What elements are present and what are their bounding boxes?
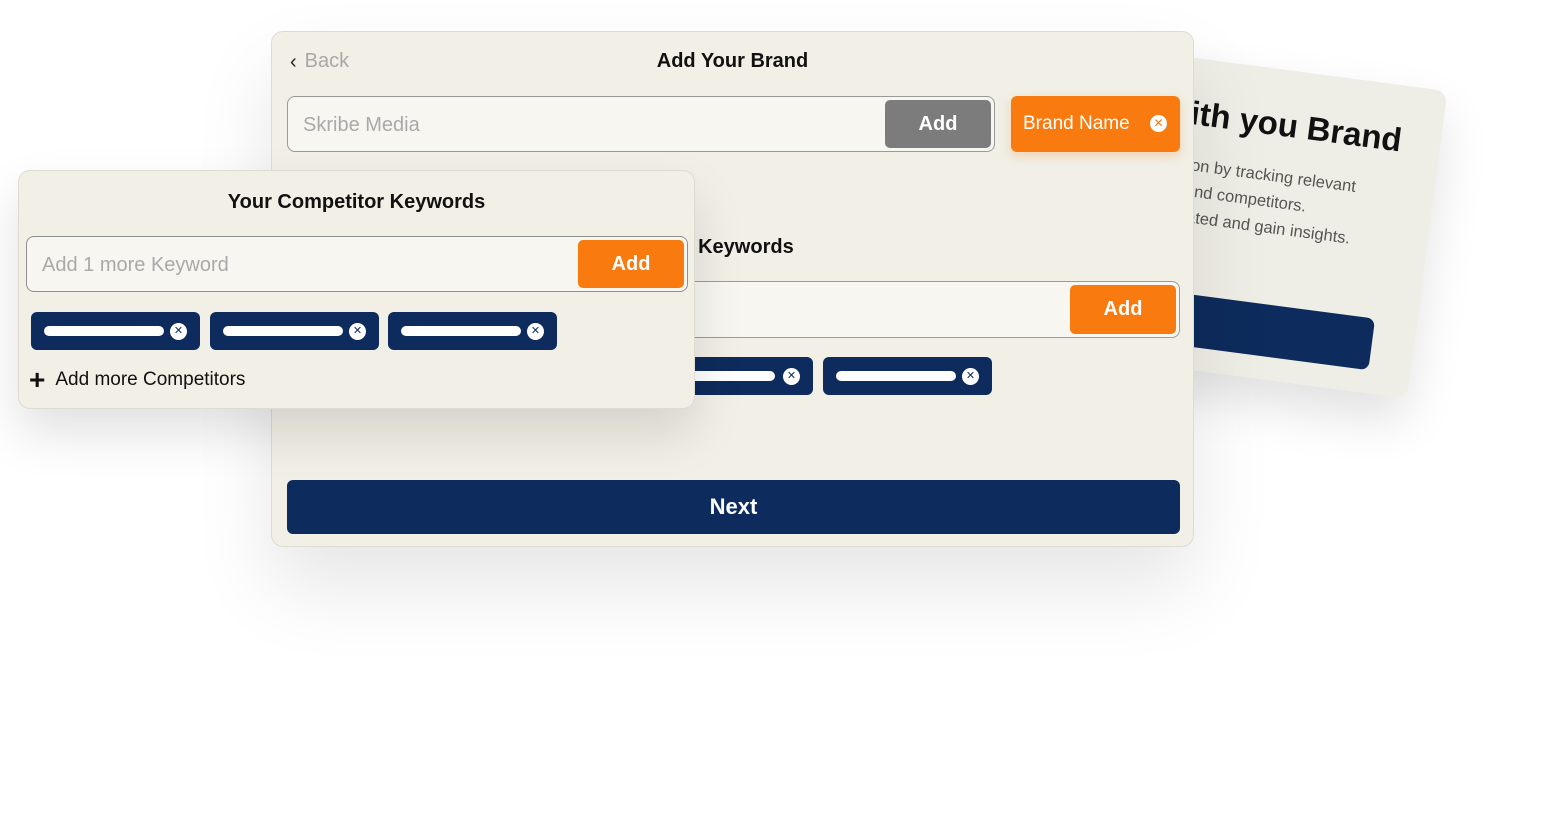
competitor-card-title: Your Competitor Keywords bbox=[227, 191, 486, 213]
competitor-keywords-card: Your Competitor Keywords Add ✕ ✕ ✕ + Add… bbox=[18, 170, 695, 409]
add-competitor-keyword-button[interactable]: Add bbox=[578, 240, 684, 288]
onboarding-description: etition by tracking relevant nd and comp… bbox=[1157, 153, 1357, 248]
tag-placeholder-bar bbox=[44, 326, 164, 336]
competitor-keyword-tag: ✕ bbox=[210, 312, 379, 350]
page-title: Add Your Brand bbox=[656, 50, 809, 72]
plus-icon: + bbox=[29, 364, 46, 395]
close-circle-icon[interactable]: ✕ bbox=[170, 323, 187, 340]
brand-chip-label: Brand Name bbox=[1023, 113, 1130, 134]
tag-placeholder-bar bbox=[401, 326, 521, 336]
add-more-competitors-button[interactable]: + Add more Competitors bbox=[29, 364, 246, 395]
brand-keyword-tag: ✕ bbox=[823, 357, 992, 395]
brand-name-chip: Brand Name ✕ bbox=[1011, 96, 1180, 152]
brand-input-group: Add bbox=[287, 96, 995, 153]
tag-placeholder-bar bbox=[223, 326, 343, 336]
competitor-keyword-tag: ✕ bbox=[388, 312, 557, 350]
next-button[interactable]: Next bbox=[287, 480, 1180, 534]
add-brand-button[interactable]: Add bbox=[885, 100, 991, 148]
brand-name-input[interactable] bbox=[288, 97, 895, 153]
close-circle-icon[interactable]: ✕ bbox=[783, 368, 800, 385]
close-circle-icon[interactable]: ✕ bbox=[1150, 115, 1167, 132]
competitor-keyword-input[interactable] bbox=[27, 237, 584, 293]
competitor-input-group: Add bbox=[26, 236, 688, 293]
competitor-keyword-tag: ✕ bbox=[31, 312, 200, 350]
add-brand-keyword-button[interactable]: Add bbox=[1070, 285, 1176, 334]
close-circle-icon[interactable]: ✕ bbox=[349, 323, 366, 340]
stage: vith you Brand etition by tracking relev… bbox=[0, 0, 1545, 831]
add-more-competitors-label: Add more Competitors bbox=[55, 369, 246, 390]
onboarding-title: vith you Brand bbox=[1170, 91, 1405, 159]
close-circle-icon[interactable]: ✕ bbox=[527, 323, 544, 340]
tag-placeholder-bar bbox=[836, 371, 956, 381]
close-circle-icon[interactable]: ✕ bbox=[962, 368, 979, 385]
